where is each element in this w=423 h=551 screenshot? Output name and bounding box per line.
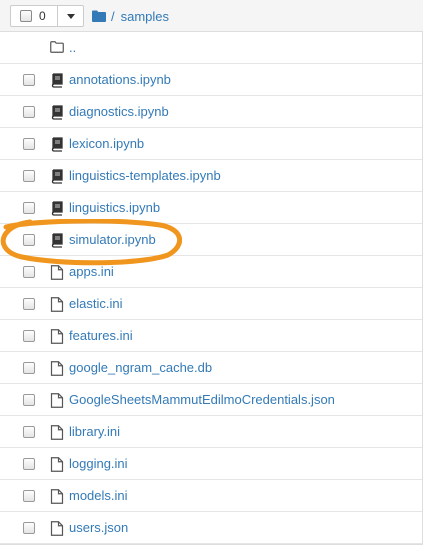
file-row-linguistics-ipynb[interactable]: linguistics.ipynb — [0, 192, 423, 224]
row-checkbox[interactable] — [23, 426, 35, 438]
row-checkbox[interactable] — [23, 202, 35, 214]
row-checkbox[interactable] — [23, 74, 35, 86]
file-icon — [50, 425, 64, 440]
folder-icon — [50, 41, 64, 56]
file-row-annotations-ipynb[interactable]: annotations.ipynb — [0, 64, 423, 96]
notebook-icon — [50, 137, 64, 152]
chevron-down-icon — [66, 13, 75, 19]
file-link[interactable]: elastic.ini — [69, 296, 122, 311]
file-row-features-ini[interactable]: features.ini — [0, 320, 423, 352]
notebook-icon — [50, 73, 64, 88]
row-checkbox[interactable] — [23, 106, 35, 118]
file-link[interactable]: features.ini — [69, 328, 133, 343]
file-row-google-ngram-cache-db[interactable]: google_ngram_cache.db — [0, 352, 423, 384]
file-row-simulator-ipynb[interactable]: simulator.ipynb — [0, 224, 423, 256]
file-link[interactable]: GoogleSheetsMammutEdilmoCredentials.json — [69, 392, 335, 407]
file-link[interactable]: linguistics.ipynb — [69, 200, 160, 215]
file-link[interactable]: library.ini — [69, 424, 120, 439]
file-row-library-ini[interactable]: library.ini — [0, 416, 423, 448]
file-icon — [50, 329, 64, 344]
row-checkbox[interactable] — [23, 394, 35, 406]
file-link[interactable]: annotations.ipynb — [69, 72, 171, 87]
file-icon — [50, 361, 64, 376]
select-all-checkbox[interactable] — [20, 10, 32, 22]
notebook-icon — [50, 105, 64, 120]
row-checkbox[interactable] — [23, 234, 35, 246]
row-checkbox[interactable] — [23, 522, 35, 534]
file-row-lexicon-ipynb[interactable]: lexicon.ipynb — [0, 128, 423, 160]
breadcrumb-folder-link[interactable]: samples — [121, 9, 169, 24]
file-list-header: 0 / samples — [0, 0, 423, 32]
file-row-parent[interactable]: .. — [0, 32, 423, 64]
file-link[interactable]: google_ngram_cache.db — [69, 360, 212, 375]
row-checkbox[interactable] — [23, 170, 35, 182]
file-row-diagnostics-ipynb[interactable]: diagnostics.ipynb — [0, 96, 423, 128]
file-row-users-json[interactable]: users.json — [0, 512, 423, 544]
folder-icon[interactable] — [92, 10, 106, 22]
select-dropdown-button[interactable] — [58, 5, 84, 27]
file-link[interactable]: users.json — [69, 520, 128, 535]
select-all-button[interactable]: 0 — [10, 5, 58, 27]
file-link[interactable]: .. — [69, 40, 76, 55]
notebook-icon — [50, 201, 64, 216]
file-link[interactable]: logging.ini — [69, 456, 128, 471]
file-row-apps-ini[interactable]: apps.ini — [0, 256, 423, 288]
file-row-elastic-ini[interactable]: elastic.ini — [0, 288, 423, 320]
file-browser-panel: 0 / samples .. annotations.ipynb diagnosti… — [0, 0, 423, 545]
row-checkbox[interactable] — [23, 458, 35, 470]
row-checkbox[interactable] — [23, 298, 35, 310]
notebook-icon — [50, 169, 64, 184]
file-link[interactable]: simulator.ipynb — [69, 232, 156, 247]
file-icon — [50, 265, 64, 280]
row-checkbox[interactable] — [23, 490, 35, 502]
breadcrumb-separator: / — [111, 8, 115, 24]
row-checkbox[interactable] — [23, 362, 35, 374]
file-row-logging-ini[interactable]: logging.ini — [0, 448, 423, 480]
file-icon — [50, 297, 64, 312]
file-link[interactable]: models.ini — [69, 488, 128, 503]
file-row-googlesheetsmammutedilmocredentials-json[interactable]: GoogleSheetsMammutEdilmoCredentials.json — [0, 384, 423, 416]
file-icon — [50, 521, 64, 536]
file-link[interactable]: linguistics-templates.ipynb — [69, 168, 221, 183]
row-checkbox[interactable] — [23, 330, 35, 342]
row-checkbox[interactable] — [23, 266, 35, 278]
file-icon — [50, 457, 64, 472]
row-checkbox[interactable] — [23, 138, 35, 150]
breadcrumb: / samples — [92, 8, 169, 24]
file-row-models-ini[interactable]: models.ini — [0, 480, 423, 512]
selected-count: 0 — [39, 9, 46, 23]
file-icon — [50, 489, 64, 504]
file-link[interactable]: diagnostics.ipynb — [69, 104, 169, 119]
file-link[interactable]: apps.ini — [69, 264, 114, 279]
file-icon — [50, 393, 64, 408]
notebook-icon — [50, 233, 64, 248]
file-link[interactable]: lexicon.ipynb — [69, 136, 144, 151]
file-row-linguistics-templates-ipynb[interactable]: linguistics-templates.ipynb — [0, 160, 423, 192]
